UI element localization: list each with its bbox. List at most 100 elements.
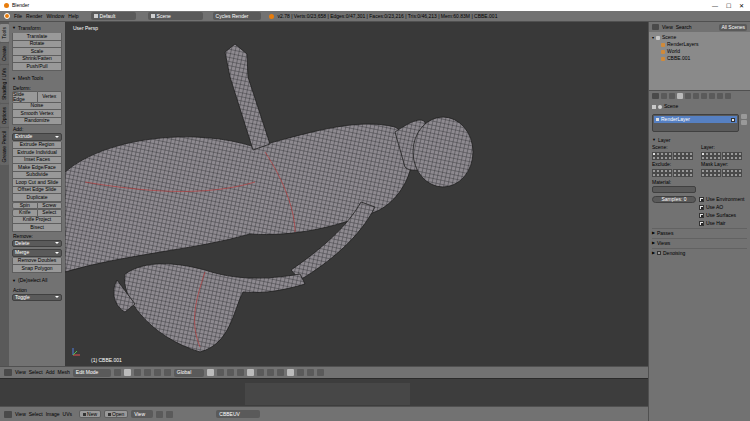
option-checkbox[interactable] bbox=[699, 221, 704, 226]
tool-button[interactable]: Bisect bbox=[12, 224, 62, 232]
menu-item[interactable]: Mesh bbox=[58, 370, 70, 375]
tool-button[interactable]: Screw bbox=[38, 202, 63, 210]
context-tab-icon[interactable] bbox=[685, 93, 691, 99]
tool-tab[interactable]: Create bbox=[0, 43, 9, 64]
expand-icon[interactable]: ▼ bbox=[12, 77, 16, 81]
panel-header[interactable]: ▼Layer bbox=[652, 136, 747, 144]
expand-icon[interactable]: ▶ bbox=[652, 241, 655, 245]
samples-field[interactable]: Samples: 0 bbox=[652, 196, 696, 203]
tool-button[interactable]: Loop Cut and Slide bbox=[12, 179, 62, 187]
layer-icon[interactable] bbox=[217, 369, 224, 376]
layer-button[interactable] bbox=[689, 173, 693, 177]
menu-item[interactable]: File bbox=[14, 14, 22, 19]
outliner-row[interactable]: CBBE.001 bbox=[649, 55, 750, 62]
render-engine-dropdown[interactable]: Cycles Render bbox=[213, 12, 261, 20]
option-row[interactable]: Use AO bbox=[699, 204, 744, 211]
tool-button[interactable]: Extrude Region bbox=[12, 142, 62, 150]
expand-icon[interactable]: ▶ bbox=[652, 251, 655, 255]
context-tab-icon[interactable] bbox=[661, 93, 667, 99]
outliner-row[interactable]: RenderLayers bbox=[649, 41, 750, 48]
panel-header[interactable]: ▼Mesh Tools bbox=[12, 75, 62, 83]
enable-checkbox[interactable] bbox=[731, 118, 735, 122]
outliner-row[interactable]: World bbox=[649, 48, 750, 55]
tool-dropdown[interactable]: Toggle bbox=[12, 294, 62, 302]
denoise-checkbox[interactable] bbox=[657, 251, 661, 255]
context-tab-icon[interactable] bbox=[701, 93, 707, 99]
menu-item[interactable]: Select bbox=[29, 370, 43, 375]
remove-icon[interactable] bbox=[741, 120, 747, 125]
display-mode-dropdown[interactable]: All Scenes bbox=[719, 24, 747, 31]
layer-icon[interactable] bbox=[227, 369, 234, 376]
expand-icon[interactable]: ▼ bbox=[652, 138, 656, 142]
tool-button[interactable]: Extrude Individual bbox=[12, 149, 62, 157]
option-row[interactable]: Use Hair bbox=[699, 220, 744, 227]
menu-item[interactable]: Window bbox=[46, 14, 64, 19]
uv-map-field[interactable]: CBBEUV bbox=[216, 410, 260, 418]
layer-icon[interactable] bbox=[317, 369, 324, 376]
option-row[interactable]: Use Surfaces bbox=[699, 212, 744, 219]
editor-type-icon[interactable] bbox=[4, 369, 12, 376]
context-tab-icon[interactable] bbox=[725, 93, 731, 99]
menu-item[interactable]: Render bbox=[26, 14, 42, 19]
tool-button[interactable]: Subdivide bbox=[12, 172, 62, 180]
mode-dropdown[interactable]: Edit Mode bbox=[73, 369, 111, 377]
window-control[interactable]: ☐ bbox=[726, 3, 731, 9]
editor-type-icon[interactable] bbox=[652, 24, 659, 30]
panel-header[interactable]: ▼Transform bbox=[12, 24, 62, 32]
editor-type-icon[interactable] bbox=[4, 411, 12, 418]
tool-button[interactable]: Spin bbox=[12, 202, 38, 210]
tool-button[interactable]: Make Edge/Face bbox=[12, 164, 62, 172]
expand-icon[interactable]: ▶ bbox=[652, 231, 655, 235]
panel-header[interactable]: ▶Passes bbox=[652, 228, 747, 237]
context-tab-icon[interactable] bbox=[717, 93, 723, 99]
uv-button[interactable]: New bbox=[79, 410, 101, 418]
context-tab-icon[interactable] bbox=[677, 93, 683, 99]
editor-type-icon[interactable] bbox=[4, 13, 10, 19]
layer-icon[interactable] bbox=[247, 369, 254, 376]
context-tab-icon[interactable] bbox=[709, 93, 715, 99]
panel-header[interactable]: ▶Views bbox=[652, 238, 747, 247]
expand-icon[interactable]: ▾ bbox=[652, 36, 654, 40]
layer-icon[interactable] bbox=[277, 369, 284, 376]
expand-icon[interactable]: ▼ bbox=[12, 26, 16, 30]
view-dropdown[interactable]: View bbox=[131, 410, 153, 418]
tool-button[interactable]: Duplicate bbox=[12, 194, 62, 202]
add-icon[interactable] bbox=[741, 114, 747, 119]
mesh-figure[interactable] bbox=[65, 22, 648, 366]
layer-icon[interactable] bbox=[267, 369, 274, 376]
tool-button[interactable]: Push/Pull bbox=[12, 63, 62, 71]
layer-icon[interactable] bbox=[237, 369, 244, 376]
tool-button[interactable]: Rotate bbox=[12, 41, 62, 49]
layer-button[interactable] bbox=[689, 156, 693, 160]
tool-button[interactable]: Offset Edge Slide bbox=[12, 187, 62, 195]
menu-item[interactable]: View bbox=[15, 370, 26, 375]
tool-button[interactable]: Translate bbox=[12, 33, 62, 41]
tool-button[interactable]: Scale bbox=[12, 48, 62, 56]
layer-button[interactable] bbox=[738, 173, 742, 177]
material-field[interactable] bbox=[652, 186, 696, 193]
tool-icon[interactable] bbox=[124, 369, 131, 376]
menu-item[interactable]: View bbox=[662, 25, 673, 30]
window-control[interactable]: ✕ bbox=[739, 3, 744, 9]
tool-icon[interactable] bbox=[114, 369, 121, 376]
tool-tab[interactable]: Shading / UVs bbox=[0, 65, 9, 103]
menu-item[interactable]: Add bbox=[46, 370, 55, 375]
tool-dropdown[interactable]: Merge bbox=[12, 249, 62, 257]
tool-button[interactable]: Randomize bbox=[12, 118, 62, 126]
window-control[interactable]: — bbox=[712, 3, 718, 9]
tool-icon[interactable] bbox=[154, 369, 161, 376]
context-tab-icon[interactable] bbox=[669, 93, 675, 99]
menu-item[interactable]: Help bbox=[68, 14, 78, 19]
layer-icon[interactable] bbox=[307, 369, 314, 376]
tool-button[interactable]: Remove Doubles bbox=[12, 258, 62, 266]
tool-button[interactable]: Knife Project bbox=[12, 217, 62, 225]
option-checkbox[interactable] bbox=[699, 213, 704, 218]
tool-tab[interactable]: Grease Pencil bbox=[0, 128, 9, 165]
expand-icon[interactable]: ▼ bbox=[12, 279, 16, 283]
menu-item[interactable]: Image bbox=[46, 412, 60, 417]
layer-button[interactable] bbox=[717, 173, 721, 177]
option-checkbox[interactable] bbox=[699, 205, 704, 210]
menu-item[interactable]: UVs bbox=[63, 412, 72, 417]
tool-button[interactable]: Snap Polygon bbox=[12, 265, 62, 273]
option-checkbox[interactable] bbox=[699, 197, 704, 202]
